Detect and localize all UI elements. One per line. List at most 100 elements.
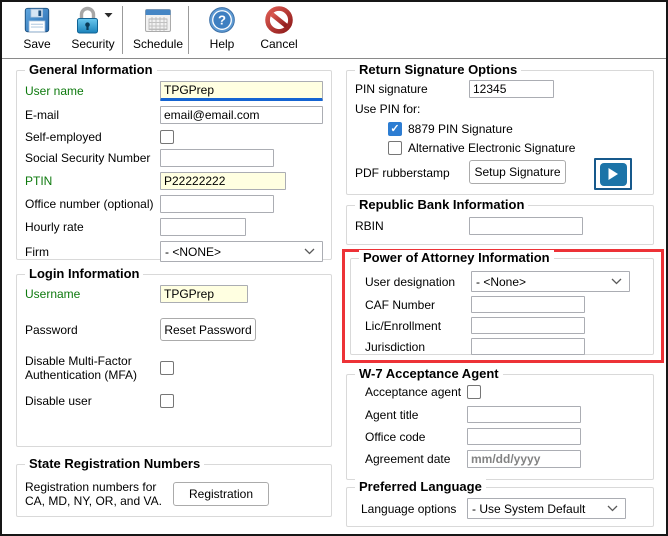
- group-title: State Registration Numbers: [25, 456, 205, 471]
- acceptance-agent-checkbox[interactable]: [467, 385, 481, 399]
- calendar-icon: [143, 4, 173, 36]
- padlock-icon: [74, 4, 113, 36]
- reset-password-button[interactable]: Reset Password: [160, 318, 256, 341]
- security-dropdown-arrow-icon: [104, 7, 113, 21]
- registration-button[interactable]: Registration: [173, 482, 269, 506]
- ptin-input[interactable]: [160, 172, 286, 190]
- language-options-select-value: - Use System Default: [472, 501, 586, 516]
- play-icon: [599, 162, 627, 186]
- field-row-alt-electronic: Alternative Electronic Signature: [388, 141, 645, 155]
- field-row-pdf-rubberstamp: PDF rubberstamp Setup Signature: [355, 158, 645, 190]
- field-row-office-number: Office number (optional): [25, 195, 323, 213]
- alt-electronic-checkbox[interactable]: [388, 141, 402, 155]
- group-preferred-language: Preferred Language Language options - Us…: [346, 479, 654, 527]
- field-row-ptin: PTIN: [25, 172, 323, 190]
- field-row-lic-enrollment: Lic/Enrollment: [365, 317, 645, 334]
- field-row-user-designation: User designation - <None>: [365, 271, 645, 292]
- user-designation-label: User designation: [365, 274, 456, 289]
- email-label: E-mail: [25, 108, 60, 122]
- disable-user-checkbox[interactable]: [160, 394, 174, 408]
- jurisdiction-label: Jurisdiction: [365, 339, 426, 354]
- group-title: Return Signature Options: [355, 62, 522, 77]
- cancel-button[interactable]: Cancel: [252, 4, 306, 56]
- use-pin-for-label: Use PIN for:: [355, 102, 421, 116]
- group-w7-acceptance-agent: W-7 Acceptance Agent Acceptance agent Ag…: [346, 366, 654, 480]
- use-pin-for-row: Use PIN for:: [355, 102, 645, 116]
- play-signature-button[interactable]: [594, 158, 632, 190]
- group-power-of-attorney: Power of Attorney Information User desig…: [350, 250, 654, 355]
- help-button[interactable]: ? Help: [199, 4, 245, 56]
- self-employed-checkbox[interactable]: [160, 129, 174, 144]
- pin-signature-input[interactable]: [469, 80, 554, 98]
- firm-select[interactable]: - <NONE>: [160, 241, 323, 262]
- ptin-label: PTIN: [25, 174, 53, 188]
- email-input[interactable]: [160, 106, 323, 124]
- agent-title-input[interactable]: [467, 406, 581, 423]
- schedule-button-label: Schedule: [132, 37, 184, 51]
- field-row-mfa: Disable Multi-Factor Authentication (MFA…: [25, 354, 323, 382]
- pdf-rubberstamp-label: PDF rubberstamp: [355, 166, 450, 180]
- field-row-password: Password Reset Password: [25, 318, 323, 341]
- cancel-button-label: Cancel: [260, 37, 298, 51]
- agreement-date-input[interactable]: [467, 450, 581, 468]
- poa-highlight-rectangle: Power of Attorney Information User desig…: [342, 249, 664, 363]
- caf-number-label: CAF Number: [365, 297, 436, 312]
- lic-enrollment-input[interactable]: [471, 317, 585, 334]
- self-employed-label: Self-employed: [25, 129, 102, 144]
- group-return-signature-options: Return Signature Options PIN signature U…: [346, 62, 654, 195]
- rbin-input[interactable]: [469, 217, 583, 235]
- ssn-label: Social Security Number: [25, 151, 151, 165]
- field-row-user-name: User name: [25, 81, 323, 101]
- language-options-select[interactable]: - Use System Default: [467, 498, 626, 519]
- hourly-rate-input[interactable]: [160, 218, 246, 236]
- user-name-label: User name: [25, 84, 84, 98]
- setup-signature-button[interactable]: Setup Signature: [469, 160, 566, 184]
- pin-8879-checkbox[interactable]: [388, 122, 402, 136]
- group-republic-bank: Republic Bank Information RBIN: [346, 197, 654, 245]
- agreement-date-label: Agreement date: [365, 452, 451, 466]
- user-name-input[interactable]: [160, 81, 323, 101]
- save-button[interactable]: Save: [14, 4, 60, 56]
- save-button-label: Save: [23, 37, 51, 51]
- mfa-label: Disable Multi-Factor Authentication (MFA…: [25, 354, 138, 382]
- field-row-firm: Firm - <NONE>: [25, 241, 323, 262]
- security-button[interactable]: Security: [62, 4, 124, 56]
- field-row-office-code: Office code: [365, 428, 645, 445]
- group-title: W-7 Acceptance Agent: [355, 366, 503, 381]
- group-title: Login Information: [25, 266, 144, 281]
- group-state-registration: State Registration Numbers Registration …: [16, 456, 332, 517]
- pin-8879-label: 8879 PIN Signature: [408, 122, 513, 136]
- username-label: Username: [25, 287, 81, 301]
- caf-number-input[interactable]: [471, 296, 585, 313]
- office-number-input[interactable]: [160, 195, 274, 213]
- schedule-button[interactable]: Schedule: [129, 4, 187, 56]
- chevron-down-icon: [607, 505, 618, 512]
- field-row-self-employed: Self-employed: [25, 129, 323, 144]
- user-designation-select[interactable]: - <None>: [471, 271, 630, 292]
- mfa-checkbox[interactable]: [160, 361, 174, 375]
- office-number-label: Office number (optional): [25, 197, 154, 211]
- field-row-caf-number: CAF Number: [365, 296, 645, 313]
- firm-label: Firm: [25, 244, 49, 259]
- group-login-information: Login Information Username Password Rese…: [16, 266, 332, 447]
- group-title: Power of Attorney Information: [359, 250, 554, 265]
- field-row-disable-user: Disable user: [25, 394, 323, 408]
- toolbar: Save Security Schedule ? Help Cancel: [2, 2, 666, 59]
- field-row-jurisdiction: Jurisdiction: [365, 338, 645, 355]
- field-row-pin-signature: PIN signature: [355, 80, 645, 98]
- floppy-disk-icon: [22, 4, 52, 36]
- toolbar-separator: [188, 6, 189, 54]
- ssn-input[interactable]: [160, 149, 274, 167]
- firm-select-value: - <NONE>: [165, 244, 222, 259]
- pin-signature-label: PIN signature: [355, 82, 428, 96]
- help-button-label: Help: [209, 37, 235, 51]
- username-input[interactable]: [160, 285, 248, 303]
- office-code-input[interactable]: [467, 428, 581, 445]
- agent-title-label: Agent title: [365, 407, 419, 422]
- jurisdiction-input[interactable]: [471, 338, 585, 355]
- rbin-label: RBIN: [355, 219, 384, 233]
- lic-enrollment-label: Lic/Enrollment: [365, 318, 442, 333]
- user-designation-select-value: - <None>: [476, 274, 527, 289]
- office-code-label: Office code: [365, 429, 426, 444]
- alt-electronic-label: Alternative Electronic Signature: [408, 141, 576, 155]
